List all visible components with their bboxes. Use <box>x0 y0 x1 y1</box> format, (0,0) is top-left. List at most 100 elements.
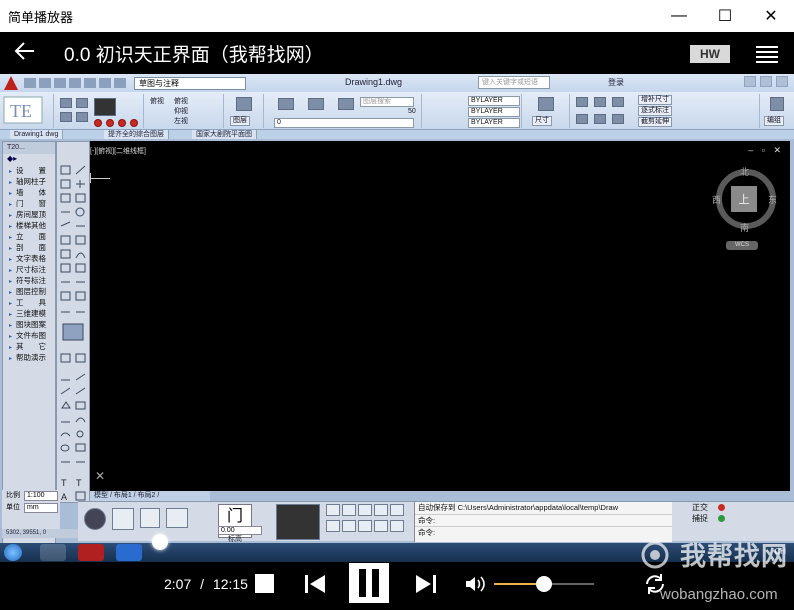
viewcube-east: 东 <box>768 195 778 205</box>
svg-text:T: T <box>76 478 82 488</box>
window-controls: — ☐ ✕ <box>656 0 794 32</box>
ribbon-dim-tools: 增补尺寸 逐式标注 截剪延伸 <box>570 94 760 128</box>
scale-value: 1:100 <box>24 491 58 501</box>
previous-button[interactable] <box>303 573 327 595</box>
doc-tab: 提齐全的综合图层 <box>104 130 169 139</box>
explorer-taskbar-icon <box>40 544 66 561</box>
player-header: 0.0 初识天正界面（我帮找网） HW <box>0 32 794 74</box>
svg-text:TE: TE <box>10 101 32 121</box>
ribbon-view-group: 俯视 俯视 仰视 左视 <box>144 94 224 128</box>
viewport-label: [-][俯视][二维线框] <box>90 148 146 155</box>
cad-title-bar: 草图与注释 Drawing1.dwg 键入关键字或短语 登录 <box>0 74 794 92</box>
back-arrow-icon[interactable] <box>14 40 54 66</box>
window-title: 简单播放器 <box>8 9 74 25</box>
menu-item: 房间屋顶 <box>3 209 55 220</box>
windows-start-icon <box>4 544 22 561</box>
close-button[interactable]: ✕ <box>748 0 794 32</box>
cad-drawing-canvas[interactable]: [-][俯视][二维线框] – ▫ ✕ 上 北 南 西 东 WCS ✕ <box>90 141 790 491</box>
menu-item: 三维建模 <box>3 308 55 319</box>
menu-item: 图块图案 <box>3 319 55 330</box>
ribbon-draw-group <box>54 94 144 128</box>
menu-item: 符号标注 <box>3 275 55 286</box>
time-display: 2:07 / 12:15 <box>164 576 248 592</box>
menu-item: 文件布图 <box>3 330 55 341</box>
viewport-window-controls: – ▫ ✕ <box>748 145 784 155</box>
maximize-button[interactable]: ☐ <box>702 0 748 32</box>
menu-item: 其 它 <box>3 341 55 352</box>
command-history: 自动保存到 C:\Users\Administrator\appdata\loc… <box>418 503 619 512</box>
menu-item: 轴网柱子 <box>3 176 55 187</box>
menu-item: 帮助演示 <box>3 352 55 363</box>
tianzheng-logo-icon: TE <box>3 96 43 124</box>
viewcube-south: 南 <box>740 223 750 233</box>
current-time: 2:07 <box>164 576 192 592</box>
cad-document-tabs: Drawing1 dwg 提齐全的综合图层 国家大剧院平面图 <box>0 130 794 139</box>
time-separator: / <box>200 576 205 592</box>
viewcube-north: 北 <box>740 167 750 177</box>
watermark-url: wobangzhao.com <box>660 586 778 603</box>
layout-tabs: 模型 / 布局1 / 布局2 / <box>90 491 210 501</box>
unit-value: mm <box>24 503 58 513</box>
pause-button[interactable] <box>349 563 389 603</box>
cad-login-link: 登录 <box>608 78 624 87</box>
video-title: 0.0 初识天正界面（我帮找网） <box>64 44 324 66</box>
tianzheng-panel-header: T20... <box>3 142 55 154</box>
app-taskbar-icon <box>116 544 142 561</box>
watermark-text: 我帮找网 <box>680 541 789 571</box>
ortho-toggle: 正交 <box>692 503 708 512</box>
volume-icon[interactable] <box>464 573 486 595</box>
skip-forward-icon <box>416 575 436 593</box>
svg-text:T: T <box>61 478 67 488</box>
volume-knob[interactable] <box>536 576 552 592</box>
menu-item: 尺寸标注 <box>3 264 55 275</box>
ribbon-logo-group: TE <box>0 94 54 128</box>
menu-item: 门 窗 <box>3 198 55 209</box>
progress-scrubber[interactable] <box>152 534 168 550</box>
cad-draw-toolbar: TT A <box>56 141 90 503</box>
command-line[interactable]: 自动保存到 C:\Users\Administrator\appdata\loc… <box>414 502 672 542</box>
watermark-logo-icon <box>641 541 669 569</box>
menu-item: 立 面 <box>3 231 55 242</box>
svg-text:A: A <box>61 492 67 502</box>
ucs-cross-icon: ✕ <box>95 469 106 483</box>
tianzheng-menu-list: 设 置 轴网柱子 墙 体 门 窗 房间屋顶 楼梯其他 立 面 剖 面 文字表格 … <box>3 165 55 363</box>
video-frame[interactable]: 草图与注释 Drawing1.dwg 键入关键字或短语 登录 TE 俯视 俯视 … <box>0 74 794 562</box>
ribbon-props-group: BYLAYER BYLAYER BYLAYER <box>422 94 522 128</box>
snap-toggle: 捕捉 <box>692 514 708 523</box>
wcs-badge: WCS <box>726 241 758 250</box>
coordinate-readout: 5302, 39551, 0 <box>2 529 80 538</box>
drawing-name: Drawing1.dwg <box>345 77 403 87</box>
doc-tab: 国家大剧院平面图 <box>192 130 257 139</box>
menu-icon[interactable] <box>756 43 778 63</box>
panel-nav-icon: ◆▸ <box>7 154 18 163</box>
cad-ribbon: TE 俯视 俯视 仰视 左视 图层 图层搜索 50 0 BYLAYER BYLA… <box>0 92 794 130</box>
menu-item: 剖 面 <box>3 242 55 253</box>
ribbon-group-group: 编组 <box>760 94 794 128</box>
toolbar-tools-icon: TT A <box>60 165 86 502</box>
viewcube-top-face: 上 <box>731 186 757 212</box>
autocad-logo-icon <box>4 76 18 90</box>
command-prompt: 命令: <box>415 526 672 538</box>
cad-bottom-panel: 门 0.00 标高 自动保存到 C:\Users\Administrator\a… <box>78 501 794 543</box>
ribbon-layer-group: 图层 <box>224 94 264 128</box>
viewcube-west: 西 <box>712 195 722 205</box>
cad-search-input: 键入关键字或短语 <box>478 76 550 89</box>
minimize-button[interactable]: — <box>656 0 702 32</box>
menu-item: 图层控制 <box>3 286 55 297</box>
window-title-bar: 简单播放器 — ☐ ✕ <box>0 0 794 32</box>
cad-window-controls <box>744 76 788 87</box>
menu-item: 文字表格 <box>3 253 55 264</box>
unit-label: 单位 <box>6 504 20 511</box>
hw-decode-button[interactable]: HW <box>690 45 730 63</box>
menu-item: 墙 体 <box>3 187 55 198</box>
command-prompt: 命令: <box>415 514 672 526</box>
menu-item: 楼梯其他 <box>3 220 55 231</box>
menu-item: 设 置 <box>3 165 55 176</box>
crosshair-icon <box>90 178 110 179</box>
autocad-taskbar-icon <box>78 544 104 561</box>
stop-button[interactable] <box>255 574 274 593</box>
skip-back-icon <box>305 575 325 593</box>
workspace-select: 草图与注释 <box>134 76 246 90</box>
quick-access-toolbar <box>24 78 126 88</box>
next-button[interactable] <box>414 573 438 595</box>
